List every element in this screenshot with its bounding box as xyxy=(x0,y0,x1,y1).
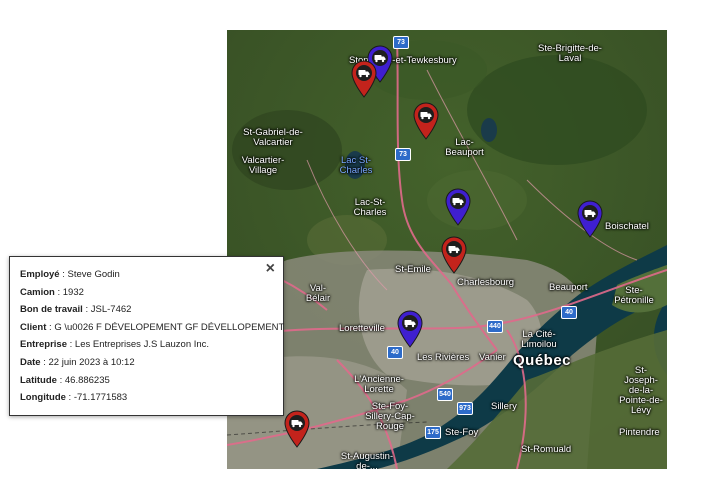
place-label: Vanier xyxy=(479,352,506,363)
place-label: Pintendre xyxy=(619,427,660,438)
vehicle-marker-blue[interactable] xyxy=(397,310,423,348)
place-label: Lac-St-Charles xyxy=(353,197,387,218)
popup-row-work-order: Bon de travail : JSL-7462 xyxy=(20,304,132,316)
place-label: St-Emile xyxy=(395,264,431,275)
popup-row-latitude: Latitude : 46.886235 xyxy=(20,374,110,386)
place-label: Sillery xyxy=(491,401,517,412)
highway-shield: 175 xyxy=(425,426,441,439)
place-label: Boischatel xyxy=(605,221,649,232)
place-label: Lac-Beauport xyxy=(445,137,484,158)
place-label: Charlesbourg xyxy=(457,277,515,288)
vehicle-marker-red[interactable] xyxy=(351,60,377,98)
place-label: St-Romuald xyxy=(521,444,572,455)
place-label: St-Gabriel-de-Valcartier xyxy=(243,127,303,148)
place-label: Loretteville xyxy=(339,323,385,334)
vehicle-marker-red[interactable] xyxy=(413,102,439,140)
popup-row-longitude: Longitude : -71.1771583 xyxy=(20,392,128,404)
highway-shield: 440 xyxy=(487,320,503,333)
popup-row-company: Entreprise : Les Entreprises J.S Lauzon … xyxy=(20,339,210,351)
place-label: Beauport xyxy=(549,282,588,293)
vehicle-marker-blue[interactable] xyxy=(577,200,603,238)
popup-row-date: Date : 22 juin 2023 à 10:12 xyxy=(20,356,135,368)
place-label-city: Québec xyxy=(513,352,572,369)
highway-shield: 73 xyxy=(393,36,409,49)
vehicle-marker-blue[interactable] xyxy=(445,188,471,226)
place-label: Ste-Foy xyxy=(445,427,479,438)
place-label: La Cité-Limoilou xyxy=(521,329,557,350)
close-icon[interactable]: × xyxy=(266,261,275,277)
place-label: Ste-Brigitte-de-Laval xyxy=(538,43,602,64)
popup-row-employee: Employé : Steve Godin xyxy=(20,269,120,280)
place-label: Les Rivières xyxy=(417,352,470,363)
satellite-map[interactable]: Stoneham-et-Tewkesbury Ste-Brigitte-de-L… xyxy=(227,30,667,469)
place-label: Valcartier-Village xyxy=(241,155,285,176)
vehicle-marker-red[interactable] xyxy=(284,410,310,448)
place-label: Ste-Foy-Sillery-Cap-Rouge xyxy=(365,401,415,432)
place-label: St-Augustin-de-... xyxy=(340,451,394,469)
highway-shield: 73 xyxy=(395,148,411,161)
lake-label: Lac St-Charles xyxy=(339,155,373,176)
place-label: Val-Bélair xyxy=(305,283,331,304)
highway-shield: 973 xyxy=(457,402,473,415)
place-label: L'Ancienne-Lorette xyxy=(354,374,404,395)
highway-shield: 540 xyxy=(437,388,453,401)
popup-row-client: Client : G \u0026 F DÉVELOPEMENT GF DÉVE… xyxy=(20,321,285,333)
highway-shield: 40 xyxy=(561,306,577,319)
place-label: Ste-Pétronille xyxy=(614,285,654,306)
popup-row-truck: Camion : 1932 xyxy=(20,286,84,298)
place-label: St-Joseph-de-la-Pointe-de-Lévy xyxy=(619,365,663,416)
info-popup: × Employé : Steve Godin Camion : 1932 Bo… xyxy=(9,256,284,416)
vehicle-marker-red[interactable] xyxy=(441,236,467,274)
